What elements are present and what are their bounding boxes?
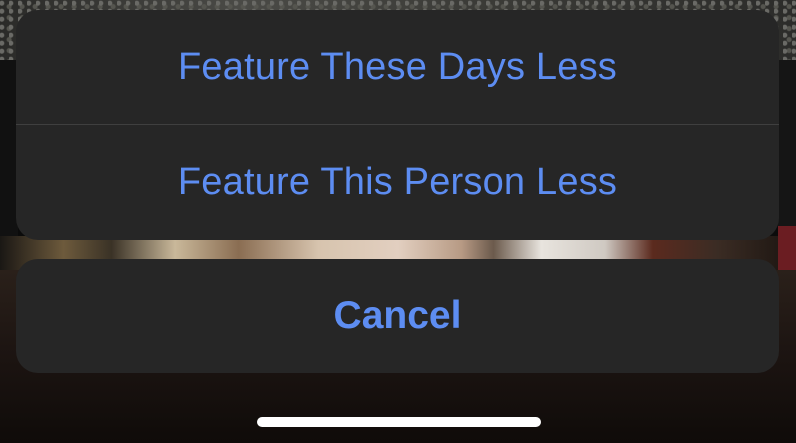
- feature-this-person-less-label: Feature This Person Less: [177, 160, 618, 203]
- feature-these-days-less-label: Feature These Days Less: [177, 45, 617, 88]
- backdrop-red-accent: [778, 226, 796, 274]
- cancel-label: Cancel: [333, 294, 462, 337]
- feature-these-days-less-button[interactable]: Feature These Days Less: [16, 10, 779, 124]
- feature-this-person-less-button[interactable]: Feature This Person Less: [16, 125, 779, 239]
- action-sheet-group: Feature These Days Less Feature This Per…: [16, 10, 779, 240]
- home-indicator[interactable]: [257, 417, 541, 427]
- cancel-button[interactable]: Cancel: [16, 259, 779, 373]
